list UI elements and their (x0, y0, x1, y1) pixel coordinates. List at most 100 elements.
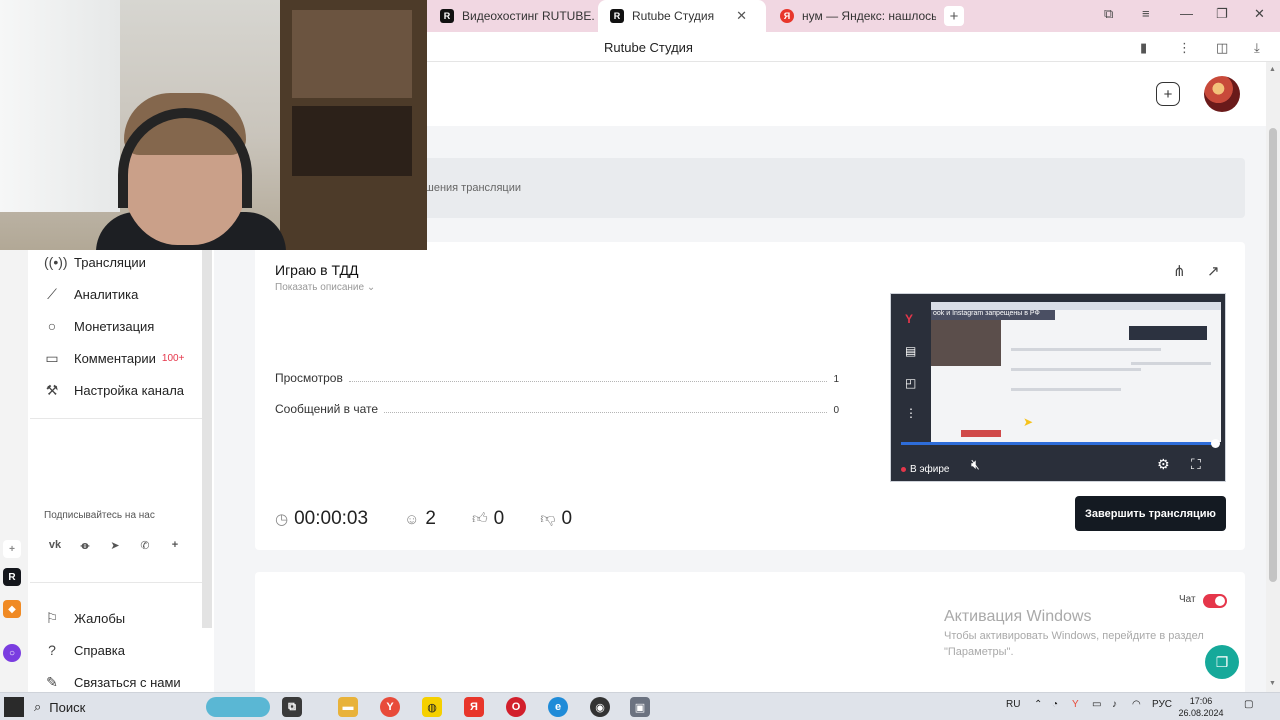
vk-icon[interactable]: vk (44, 534, 66, 556)
analytics-icon: ⟋ (47, 285, 57, 302)
start-button[interactable] (4, 697, 24, 717)
sidebar-item-label: Комментарии (74, 350, 156, 366)
page-title: Rutube Студия (604, 40, 693, 55)
edge-icon[interactable]: e (548, 697, 568, 717)
chat-toggle[interactable] (1203, 594, 1227, 608)
app-icon[interactable]: ▣ (630, 697, 650, 717)
close-window-icon[interactable]: ✕ (1254, 6, 1265, 22)
stream-card: Играю в ТДД Показать описание ⌄ Просмотр… (255, 242, 1245, 550)
more-socials-icon[interactable]: + (164, 534, 186, 556)
bookmark-icon[interactable]: ▮ (1140, 40, 1147, 56)
stream-title: Играю в ТДД (275, 262, 359, 278)
collections-icon[interactable]: ⧉ (1104, 6, 1113, 22)
progress-knob[interactable] (1211, 439, 1220, 448)
preview-red-button (961, 430, 1001, 437)
notifications-icon[interactable]: ▢ (1244, 699, 1253, 710)
taskbar-search[interactable]: ⌕ Поиск (34, 697, 234, 717)
cursor-icon: ➤ (1023, 415, 1034, 429)
stat-label: Сообщений в чате (275, 402, 379, 416)
sidebar-item-broadcasts[interactable]: ((•)) Трансляции (44, 251, 146, 273)
volume-icon[interactable]: ♪ (1112, 699, 1117, 710)
chat-label: Чат (1179, 594, 1196, 605)
add-content-button[interactable]: + (1156, 82, 1180, 106)
subtitles-icon[interactable]: ▤ (905, 344, 916, 358)
add-app-icon[interactable]: + (3, 540, 21, 558)
beeline-icon[interactable]: ◍ (422, 697, 442, 717)
yandex-browser-icon[interactable]: Y (380, 697, 400, 717)
fullscreen-icon[interactable]: ⛶ (1191, 456, 1201, 473)
settings-gear-icon[interactable]: ⚙ (1157, 456, 1170, 473)
side-app-strip: + R ◆ ○ (0, 250, 28, 692)
sidebar-item-contact[interactable]: ✎ Связаться с нами (44, 671, 181, 692)
telegram-icon[interactable]: ➤ (104, 534, 126, 556)
scroll-thumb[interactable] (1269, 128, 1277, 582)
sidebar-item-complaints[interactable]: ⚐ Жалобы (44, 607, 125, 629)
live-dot-icon (901, 467, 906, 472)
more-icon[interactable]: ⋮ (1178, 40, 1191, 56)
page-scrollbar[interactable]: ▲ ▼ (1266, 62, 1280, 692)
progress-bar[interactable] (901, 442, 1217, 445)
avatar[interactable] (1204, 76, 1240, 112)
duration-value: 00:00:03 (294, 508, 369, 529)
video-preview[interactable]: ook и Instagram запрещены в РФ Y ▤ ◰ ⋮ ➤… (890, 293, 1226, 482)
preview-banner: ook и Instagram запрещены в РФ (931, 310, 1055, 320)
share-icon[interactable]: ⋔ (1173, 262, 1186, 280)
preview-line (1011, 348, 1161, 351)
sidebar-scrollbar[interactable] (202, 248, 212, 628)
more-vertical-icon[interactable]: ⋮ (905, 406, 917, 420)
app-icon[interactable]: ◆ (3, 600, 21, 618)
end-stream-button[interactable]: Завершить трансляцию (1075, 496, 1226, 531)
ok-icon[interactable]: ꝋ (74, 534, 96, 556)
browser-tab-rutube-hosting[interactable]: R Видеохостинг RUTUBE. С (428, 0, 596, 32)
scroll-down-icon[interactable]: ▼ (1269, 680, 1276, 687)
network-icon[interactable]: ◔ (1052, 699, 1058, 710)
new-tab-button[interactable]: + (944, 6, 964, 26)
sidebar-item-label: Справка (74, 642, 125, 658)
maximize-icon[interactable]: ❐ (1216, 6, 1228, 22)
sidebar-toggle-icon[interactable]: ◫ (1216, 40, 1228, 56)
preview-dark-block (1129, 326, 1207, 340)
taskbar-clock[interactable]: 17:06 26.08.2024 (1176, 695, 1226, 719)
yandex-icon[interactable]: Я (464, 697, 484, 717)
webcam-shelf-inner (292, 10, 412, 98)
sidebar-item-analytics[interactable]: ⟋ Аналитика (44, 283, 138, 305)
dotted-leader (348, 381, 828, 382)
help-chat-button[interactable]: ❐ (1205, 645, 1239, 679)
alice-app-icon[interactable]: ○ (3, 644, 21, 662)
browser-tab-rutube-studio[interactable]: R Rutube Студия ✕ (598, 0, 766, 32)
sidebar-item-help[interactable]: ? Справка (44, 639, 125, 661)
tab-label: нум — Яндекс: нашлось 6 (802, 9, 936, 23)
sidebar-item-monetization[interactable]: ○ Монетизация (44, 315, 155, 337)
scroll-up-icon[interactable]: ▲ (1269, 66, 1276, 73)
opera-icon[interactable]: O (506, 697, 526, 717)
sidebar-item-comments[interactable]: ▭ Комментарии 100+ (44, 347, 184, 369)
language-label[interactable]: RU (1006, 699, 1020, 710)
browser-tab-yandex[interactable]: Я нум — Яндекс: нашлось 6 (768, 0, 936, 32)
duration-counter: ◷ 00:00:03 (275, 508, 368, 530)
minimize-icon[interactable]: — (1180, 6, 1193, 21)
show-description-link[interactable]: Показать описание ⌄ (275, 282, 375, 293)
widget-icon[interactable] (206, 697, 270, 717)
clock-time: 17:06 (1189, 696, 1213, 706)
follow-title: Подписывайтесь на нас (44, 510, 155, 521)
task-view-icon[interactable]: ⧉ (282, 697, 302, 717)
layout-icon[interactable]: ◰ (905, 376, 916, 390)
close-tab-icon[interactable]: ✕ (736, 8, 747, 24)
viber-icon[interactable]: ✆ (134, 534, 156, 556)
preview-browser-bar (931, 302, 1221, 310)
battery-icon[interactable]: ▭ (1092, 699, 1101, 710)
rutube-app-icon[interactable]: R (3, 568, 21, 586)
chevron-up-icon[interactable]: ⌃ (1034, 699, 1042, 710)
sidebar-item-label: Монетизация (74, 318, 155, 334)
file-explorer-icon[interactable]: ▬ (338, 697, 358, 717)
keyboard-layout-label[interactable]: РУС (1152, 699, 1172, 710)
live-indicator: В эфире (901, 464, 950, 475)
wifi-icon[interactable]: ◠ (1132, 699, 1141, 710)
sidebar-item-channel-settings[interactable]: ⚒ Настройка канала (44, 379, 184, 401)
mute-icon[interactable]: 🔇︎ (971, 456, 980, 473)
obs-icon[interactable]: ◉ (590, 697, 610, 717)
download-icon[interactable]: ⤓ (1254, 40, 1260, 56)
open-external-icon[interactable]: ↗ (1207, 262, 1220, 280)
menu-icon[interactable]: ≡ (1142, 6, 1150, 21)
yandex-tray-icon[interactable]: Y (1072, 699, 1079, 710)
